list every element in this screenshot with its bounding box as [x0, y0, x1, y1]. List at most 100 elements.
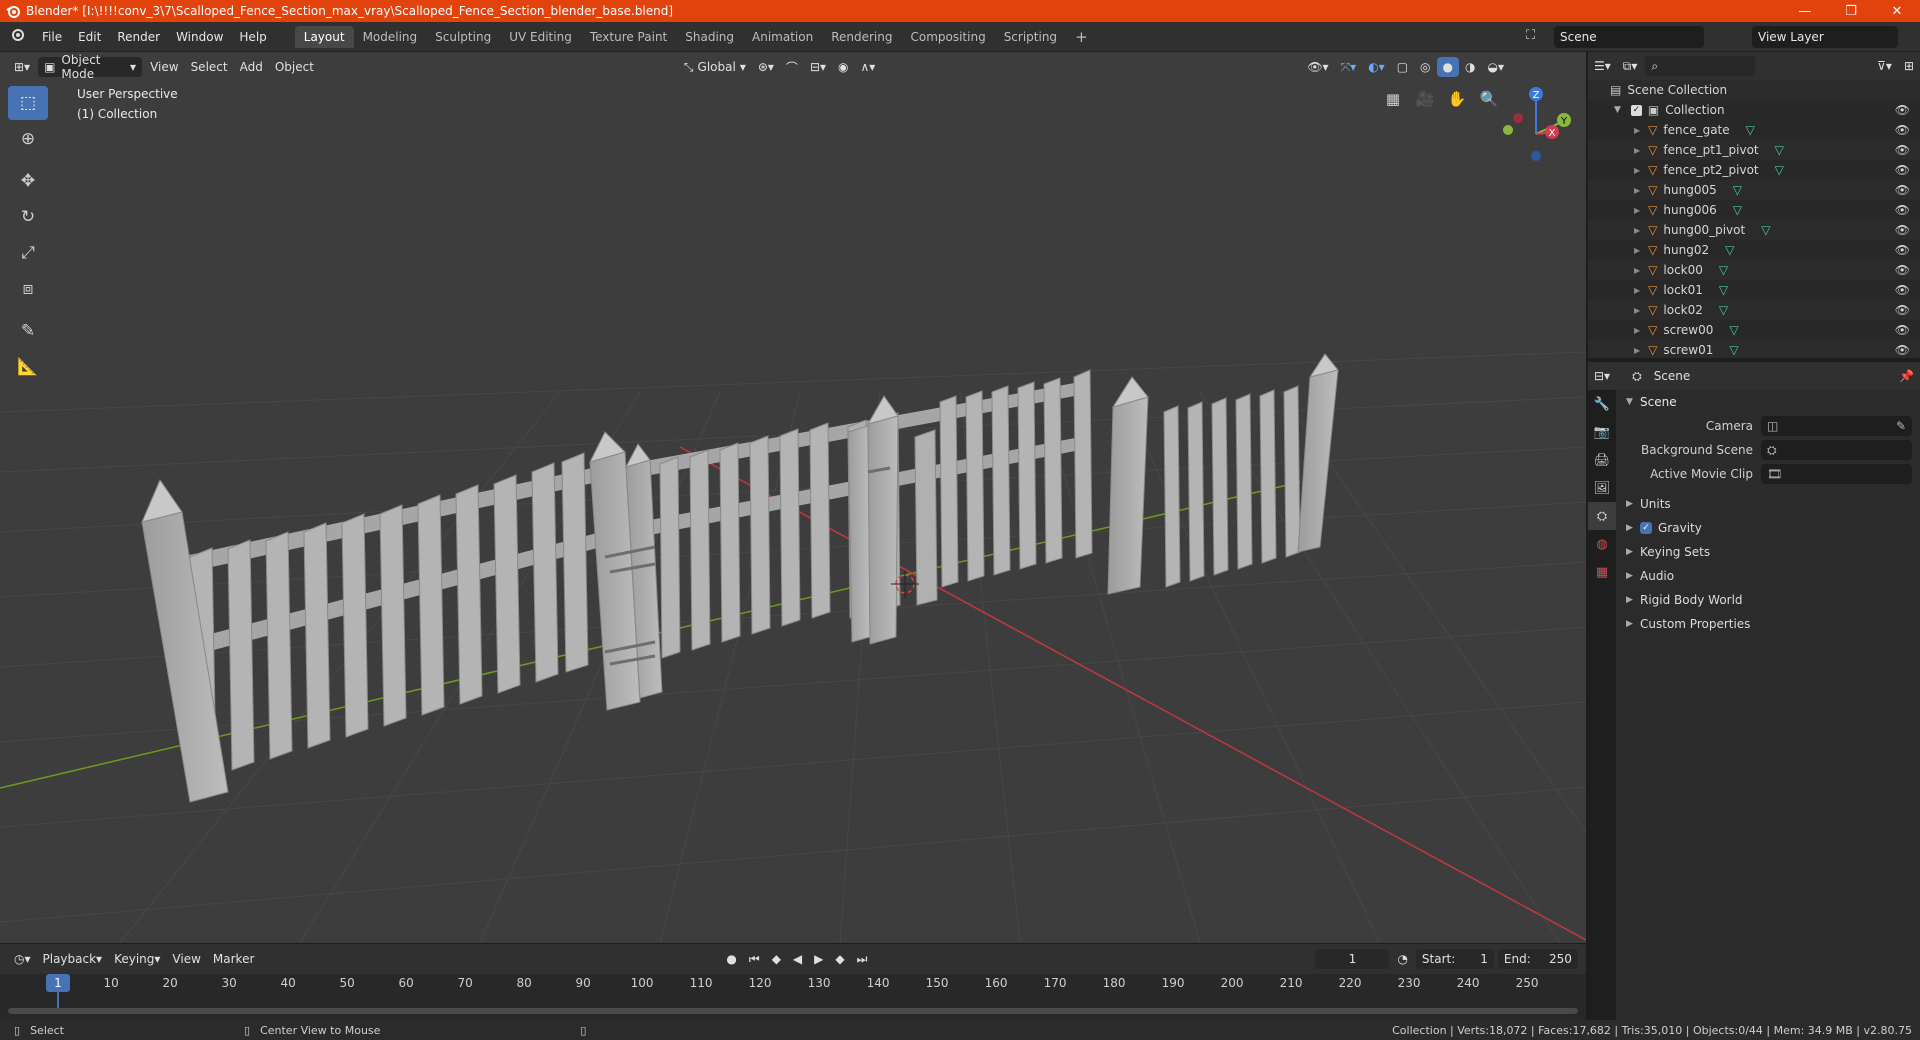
tool-tab-icon[interactable]: 🔧 [1588, 390, 1616, 418]
view-layer-tab-icon[interactable]: 🖼 [1588, 474, 1616, 502]
pan-hand-icon[interactable]: ✋ [1444, 86, 1470, 112]
menu-timeline-view[interactable]: View [166, 949, 206, 969]
units-panel[interactable]: ▶ Units [1616, 492, 1920, 516]
tab-texture-paint[interactable]: Texture Paint [581, 26, 676, 48]
menu-render[interactable]: Render [109, 26, 168, 48]
tab-uv-editing[interactable]: UV Editing [500, 26, 581, 48]
add-workspace-button[interactable]: + [1066, 26, 1097, 48]
mode-selector[interactable]: ▣ Object Mode ▾ [38, 53, 143, 81]
tab-sculpting[interactable]: Sculpting [426, 26, 500, 48]
play-reverse-icon[interactable]: ◀ [787, 949, 808, 969]
snap-icon[interactable]: ⌒ [780, 57, 804, 77]
menu-select[interactable]: Select [185, 57, 234, 77]
render-tab-icon[interactable]: 📷 [1588, 418, 1616, 446]
pin-icon[interactable]: 📌 [1893, 366, 1920, 386]
outliner-row-object[interactable]: ▶ ▽ screw00 ▽ 👁 [1588, 320, 1920, 340]
mesh-data-icon[interactable]: ▽ [1719, 283, 1728, 297]
eye-icon[interactable]: 👁 [1895, 203, 1910, 217]
clock-icon[interactable]: ◔ [1391, 949, 1413, 969]
outliner-row-object[interactable]: ▶ ▽ hung00_pivot ▽ 👁 [1588, 220, 1920, 240]
eye-icon[interactable]: 👁 [1895, 183, 1910, 197]
audio-panel[interactable]: ▶ Audio [1616, 564, 1920, 588]
maximize-button[interactable]: ❐ [1828, 0, 1874, 22]
scene-selector[interactable]: Scene [1554, 26, 1704, 48]
move-tool-icon[interactable]: ✥ [8, 164, 48, 198]
outliner-editor-icon[interactable]: ☰▾ [1588, 56, 1617, 76]
eye-icon[interactable]: 👁 [1895, 243, 1910, 257]
outliner-row-object[interactable]: ▶ ▽ fence_pt2_pivot ▽ 👁 [1588, 160, 1920, 180]
tab-layout[interactable]: Layout [294, 25, 354, 48]
menu-keying[interactable]: Keying ▾ [108, 949, 166, 969]
timeline-editor-icon[interactable]: ◷▾ [8, 949, 37, 969]
overlay-toggle-icon[interactable]: ◐▾ [1362, 57, 1391, 77]
play-icon[interactable]: ▶ [808, 949, 829, 969]
disclosure-collapsed-icon[interactable]: ▶ [1634, 186, 1640, 195]
eye-icon[interactable]: 👁 [1895, 143, 1910, 157]
rotate-tool-icon[interactable]: ↻ [8, 200, 48, 234]
texture-tab-icon[interactable]: ▦ [1588, 558, 1616, 586]
background-scene-field[interactable]: ⛭ [1761, 440, 1912, 460]
active-movie-clip-field[interactable]: 🎞 [1761, 464, 1912, 484]
timeline-area[interactable]: 10 20 30 40 50 60 70 80 90 100 110 120 130 140 150 160 1… [0, 974, 1586, 1024]
grid-view-icon[interactable]: ▦ [1380, 86, 1406, 112]
jump-end-icon[interactable]: ⏭ [851, 949, 874, 969]
start-frame-field[interactable]: Start: 1 [1415, 949, 1494, 969]
filter-icon[interactable]: ⊽▾ [1871, 56, 1898, 76]
eye-icon[interactable]: 👁 [1895, 103, 1910, 117]
disclosure-collapsed-icon[interactable]: ▶ [1634, 206, 1640, 215]
editor-type-icon[interactable]: ⊞▾ [8, 57, 36, 77]
disclosure-collapsed-icon[interactable]: ▶ [1634, 226, 1640, 235]
outliner-row-object[interactable]: ▶ ▽ lock02 ▽ 👁 [1588, 300, 1920, 320]
gizmo-toggle-icon[interactable]: ⤧▾ [1335, 57, 1363, 77]
output-tab-icon[interactable]: 🖨 [1588, 446, 1616, 474]
transform-orientation[interactable]: ⤡ Global ▾ [678, 57, 752, 77]
gravity-checkbox[interactable]: ✓ [1640, 522, 1652, 534]
record-icon[interactable]: ● [720, 949, 742, 969]
timeline-scrollbar[interactable] [8, 1008, 1578, 1014]
disclosure-collapsed-icon[interactable]: ▶ [1634, 306, 1640, 315]
material-shading-icon[interactable]: ◑ [1459, 57, 1481, 77]
mesh-data-icon[interactable]: ▽ [1761, 223, 1770, 237]
disclosure-collapsed-icon[interactable]: ▶ [1634, 346, 1640, 355]
tab-scripting[interactable]: Scripting [995, 26, 1066, 48]
visibility-icon[interactable]: 👁▾ [1301, 57, 1334, 77]
3d-viewport[interactable]: Z Y X [0, 52, 1586, 943]
tab-animation[interactable]: Animation [743, 26, 822, 48]
jump-start-icon[interactable]: ⏮ [743, 949, 766, 969]
outliner-row-object[interactable]: ▶ ▽ screw01 ▽ 👁 [1588, 340, 1920, 358]
keying-sets-panel[interactable]: ▶ Keying Sets [1616, 540, 1920, 564]
disclosure-collapsed-icon[interactable]: ▶ [1634, 166, 1640, 175]
gravity-panel[interactable]: ▶ ✓ Gravity [1616, 516, 1920, 540]
camera-view-icon[interactable]: 🎥 [1412, 86, 1438, 112]
outliner-row-collection[interactable]: ▼ ✓ ▣ Collection 👁 [1588, 100, 1920, 120]
tab-shading[interactable]: Shading [676, 26, 743, 48]
measure-tool-icon[interactable]: 📐 [8, 350, 48, 384]
include-checkbox[interactable]: ✓ [1630, 104, 1642, 116]
outliner-row-object[interactable]: ▶ ▽ hung02 ▽ 👁 [1588, 240, 1920, 260]
zoom-icon[interactable]: 🔍 [1476, 86, 1502, 112]
eye-icon[interactable]: 👁 [1895, 263, 1910, 277]
new-collection-icon[interactable]: ⊞ [1898, 56, 1920, 76]
cursor-tool-icon[interactable]: ⊕ [8, 122, 48, 156]
menu-window[interactable]: Window [168, 26, 231, 48]
custom-properties-panel[interactable]: ▶ Custom Properties [1616, 612, 1920, 636]
mesh-data-icon[interactable]: ▽ [1733, 183, 1742, 197]
select-box-tool-icon[interactable]: ⬚ [8, 86, 48, 120]
scene-selector-icon[interactable]: ⛶ [1526, 28, 1546, 46]
wireframe-shading-icon[interactable]: ◎ [1414, 57, 1436, 77]
disclosure-collapsed-icon[interactable]: ▶ [1634, 286, 1640, 295]
mesh-data-icon[interactable]: ▽ [1719, 303, 1728, 317]
eye-icon[interactable]: 👁 [1895, 223, 1910, 237]
current-frame-field[interactable]: 1 [1315, 949, 1390, 969]
properties-editor-icon[interactable]: ⊟▾ [1588, 366, 1616, 386]
playhead[interactable]: 1 [46, 974, 70, 992]
scene-tab-icon[interactable]: ⛭ [1588, 502, 1616, 530]
solid-shading-icon[interactable]: ● [1436, 57, 1460, 77]
mesh-data-icon[interactable]: ▽ [1719, 263, 1728, 277]
menu-view[interactable]: View [144, 57, 184, 77]
eye-icon[interactable]: 👁 [1895, 163, 1910, 177]
display-mode-icon[interactable]: ⧉▾ [1617, 56, 1644, 76]
eyedropper-icon[interactable]: ✎ [1896, 419, 1906, 433]
navigation-gizmo[interactable]: Z Y X [1503, 87, 1571, 161]
rigid-body-world-panel[interactable]: ▶ Rigid Body World [1616, 588, 1920, 612]
